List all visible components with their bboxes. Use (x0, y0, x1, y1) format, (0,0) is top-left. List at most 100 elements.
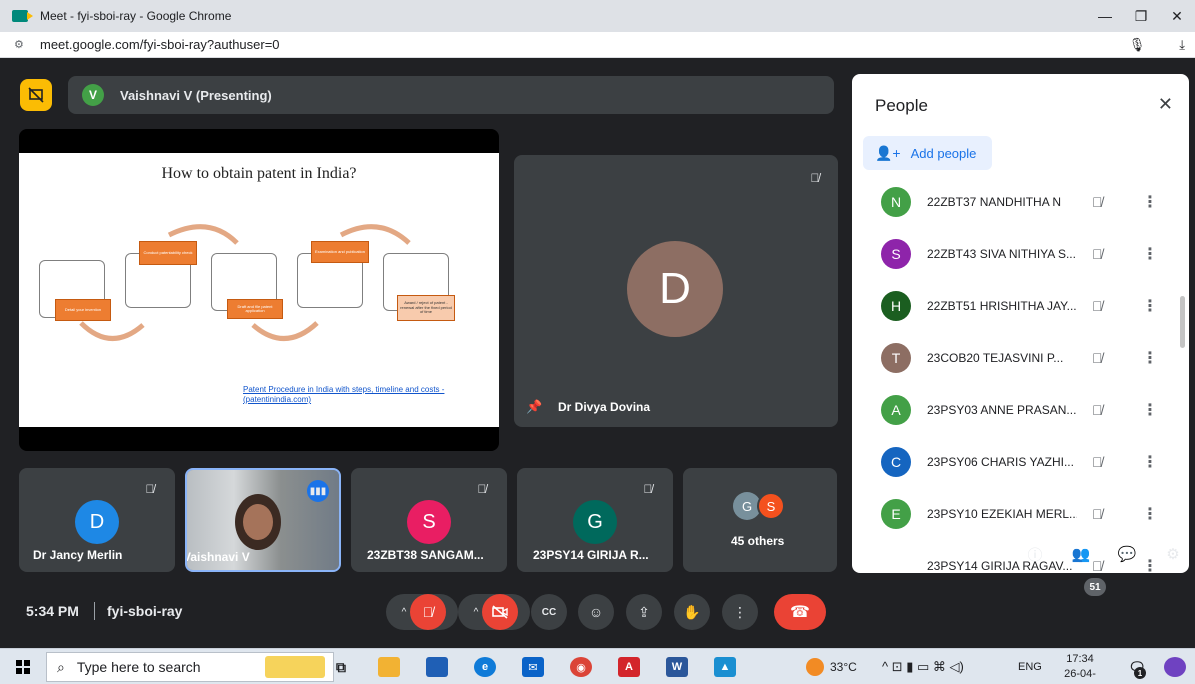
panel-title: People (875, 96, 928, 115)
add-person-icon: 👤+ (875, 144, 901, 161)
close-panel-button[interactable]: ✕ (1158, 94, 1173, 115)
copilot-icon[interactable] (1164, 657, 1186, 677)
mic-off-icon[interactable]: 🎙̸ (1092, 246, 1103, 262)
list-item[interactable]: T 23COB20 TEJASVINI P... 🎙̸ ⋮ (852, 332, 1182, 384)
more-options-icon[interactable]: ⋮ (1142, 400, 1158, 420)
windows-start-icon[interactable] (16, 660, 30, 674)
source-link-line-1[interactable]: Patent Procedure in India with steps, ti… (243, 385, 444, 395)
source-link-line-2[interactable]: (patentinindia.com) (243, 395, 444, 405)
more-options-icon[interactable]: ⋮ (1142, 244, 1158, 264)
list-item[interactable]: N 22ZBT37 NANDHITHA N 🎙̸ ⋮ (852, 176, 1182, 228)
task-view-icon[interactable]: ⧉ (330, 657, 352, 677)
microphone-toggle-button[interactable]: 🎙̸ (410, 594, 446, 630)
mic-off-icon[interactable]: 🎙̸ (1092, 350, 1103, 366)
participant-tile[interactable]: 🎙̸ S 23ZBT38 SANGAM... (351, 468, 507, 572)
edge-icon[interactable]: e (474, 657, 496, 677)
participant-name: 22ZBT51 HRISHITHA JAY... (927, 299, 1077, 313)
more-options-icon[interactable]: ⋮ (1142, 504, 1158, 524)
camera-off-icon (492, 605, 508, 619)
list-item[interactable]: H 22ZBT51 HRISHITHA JAY... 🎙̸ ⋮ (852, 280, 1182, 332)
others-count-label: 45 others (731, 534, 785, 548)
download-icon[interactable]: ⤓ (1179, 37, 1185, 53)
taskbar-search-input[interactable]: ⌕ Type here to search (46, 652, 334, 682)
participant-avatar: G (573, 500, 617, 544)
participant-avatar: N (881, 187, 911, 217)
input-language[interactable]: ENG (1018, 649, 1042, 684)
people-panel: People ✕ 👤+ Add people N 22ZBT37 NANDHIT… (852, 74, 1189, 573)
leave-call-button[interactable]: ☎ (774, 594, 826, 630)
participant-tile-self-video[interactable]: ▮▮▮ Vaishnavi V (185, 468, 341, 572)
site-info-icon[interactable]: ⚙ (14, 38, 28, 51)
mic-off-icon[interactable]: 🎙̸ (1092, 402, 1103, 418)
meeting-controls: 5:34 PM fyi-sboi-ray ^ 🎙̸ ^ CC ☺ ⇪ ✋ ⋮ ☎ (0, 573, 850, 648)
mic-off-icon[interactable]: 🎙̸ (1092, 194, 1103, 210)
store-icon[interactable] (426, 657, 448, 677)
mic-off-icon[interactable]: 🎙̸ (1092, 298, 1103, 314)
list-item[interactable]: A 23PSY03 ANNE PRASAN... 🎙̸ ⋮ (852, 384, 1182, 436)
more-options-button[interactable]: ⋮ (722, 594, 758, 630)
participant-tile[interactable]: 🎙̸ D Dr Jancy Merlin (19, 468, 175, 572)
weather-icon[interactable] (806, 658, 824, 676)
photos-icon[interactable]: ▲ (714, 657, 736, 677)
word-icon[interactable]: W (666, 657, 688, 677)
clock-time: 17:34 (1066, 653, 1094, 665)
taskbar-clock[interactable]: 17:34 26-04-2024 (1052, 652, 1108, 684)
add-people-button[interactable]: 👤+ Add people (863, 136, 992, 170)
more-options-icon[interactable]: ⋮ (1142, 452, 1158, 472)
tray-icons[interactable]: ^ ⊡ ▮ ▭ ⌘ ◁) (882, 649, 964, 684)
presentation-off-icon (28, 87, 44, 103)
list-item[interactable]: E 23PSY10 EZEKIAH MERL... 🎙̸ ⋮ (852, 488, 1182, 540)
more-options-icon[interactable]: ⋮ (1142, 296, 1158, 316)
captions-button[interactable]: CC (531, 594, 567, 630)
minimize-button[interactable]: — (1087, 0, 1123, 32)
chrome-icon[interactable]: ◉ (570, 657, 592, 677)
mic-off-icon[interactable]: 🎙̸ (1092, 454, 1103, 470)
participant-name: 23PSY10 EZEKIAH MERL... (927, 507, 1077, 521)
emoji-reactions-button[interactable]: ☺ (578, 594, 614, 630)
more-options-icon[interactable]: ⋮ (1142, 192, 1158, 212)
url-text[interactable]: meet.google.com/fyi-sboi-ray?authuser=0 (40, 37, 280, 52)
people-icon[interactable]: 👥 (1066, 536, 1096, 572)
side-controls: ⓘ 👥 💬 ⚙ (1020, 536, 1195, 572)
panel-scrollbar[interactable] (1180, 296, 1185, 348)
presenter-banner: V Vaishnavi V (Presenting) (68, 76, 834, 114)
stop-presenting-button[interactable] (20, 79, 52, 111)
weather-temperature[interactable]: 33°C (830, 649, 857, 684)
meeting-details-icon[interactable]: ⓘ (1020, 536, 1050, 572)
address-bar[interactable]: ⚙ meet.google.com/fyi-sboi-ray?authuser=… (0, 32, 1195, 58)
close-window-button[interactable]: ✕ (1159, 0, 1195, 32)
mic-off-icon[interactable]: 🎙̸ (1092, 506, 1103, 522)
mail-icon[interactable]: ✉ (522, 657, 544, 677)
presenter-avatar: V (82, 84, 104, 106)
pin-icon[interactable]: 📌 (526, 399, 542, 415)
participant-avatar: S (881, 239, 911, 269)
others-tile[interactable]: G S 45 others (683, 468, 837, 572)
participant-avatar: A (881, 395, 911, 425)
participant-tile-main[interactable]: 🎙̸ D 📌 Dr Divya Dovina (514, 155, 838, 427)
window-controls: — ❐ ✕ (1087, 0, 1195, 32)
list-item[interactable]: S 22ZBT43 SIVA NITHIYA S... 🎙̸ ⋮ (852, 228, 1182, 280)
raise-hand-button[interactable]: ✋ (674, 594, 710, 630)
presentation-tile[interactable]: How to obtain patent in India? Detail yo… (19, 129, 499, 451)
video-face (243, 504, 273, 540)
participant-tile[interactable]: 🎙̸ G 23PSY14 GIRIJA R... (517, 468, 673, 572)
camera-toggle-button[interactable] (482, 594, 518, 630)
participant-name: 23PSY06 CHARIS YAZHI... (927, 455, 1074, 469)
present-screen-button[interactable]: ⇪ (626, 594, 662, 630)
restore-button[interactable]: ❐ (1123, 0, 1159, 32)
microphone-in-use-icon[interactable]: 🎙 (1129, 37, 1146, 53)
participant-name: 22ZBT43 SIVA NITHIYA S... (927, 247, 1076, 261)
more-options-icon[interactable]: ⋮ (1142, 348, 1158, 368)
windows-taskbar: ⌕ Type here to search ⧉ e ✉ ◉ A W ▲ 33°C… (0, 648, 1195, 684)
address-bar-actions: 🎙 ⤓ (1129, 32, 1195, 58)
file-explorer-icon[interactable] (378, 657, 400, 677)
participant-name: 22ZBT37 NANDHITHA N (927, 195, 1062, 209)
acrobat-icon[interactable]: A (618, 657, 640, 677)
window-title: Meet - fyi-sboi-ray - Google Chrome (40, 9, 232, 23)
source-link[interactable]: Patent Procedure in India with steps, ti… (243, 385, 444, 405)
chat-icon[interactable]: 💬 (1112, 536, 1142, 572)
activities-icon[interactable]: ⚙ (1158, 536, 1188, 572)
browser-title-bar: Meet - fyi-sboi-ray - Google Chrome — ❐ … (0, 0, 1195, 32)
mic-off-icon: 🎙̸ (810, 171, 820, 185)
list-item[interactable]: C 23PSY06 CHARIS YAZHI... 🎙̸ ⋮ (852, 436, 1182, 488)
